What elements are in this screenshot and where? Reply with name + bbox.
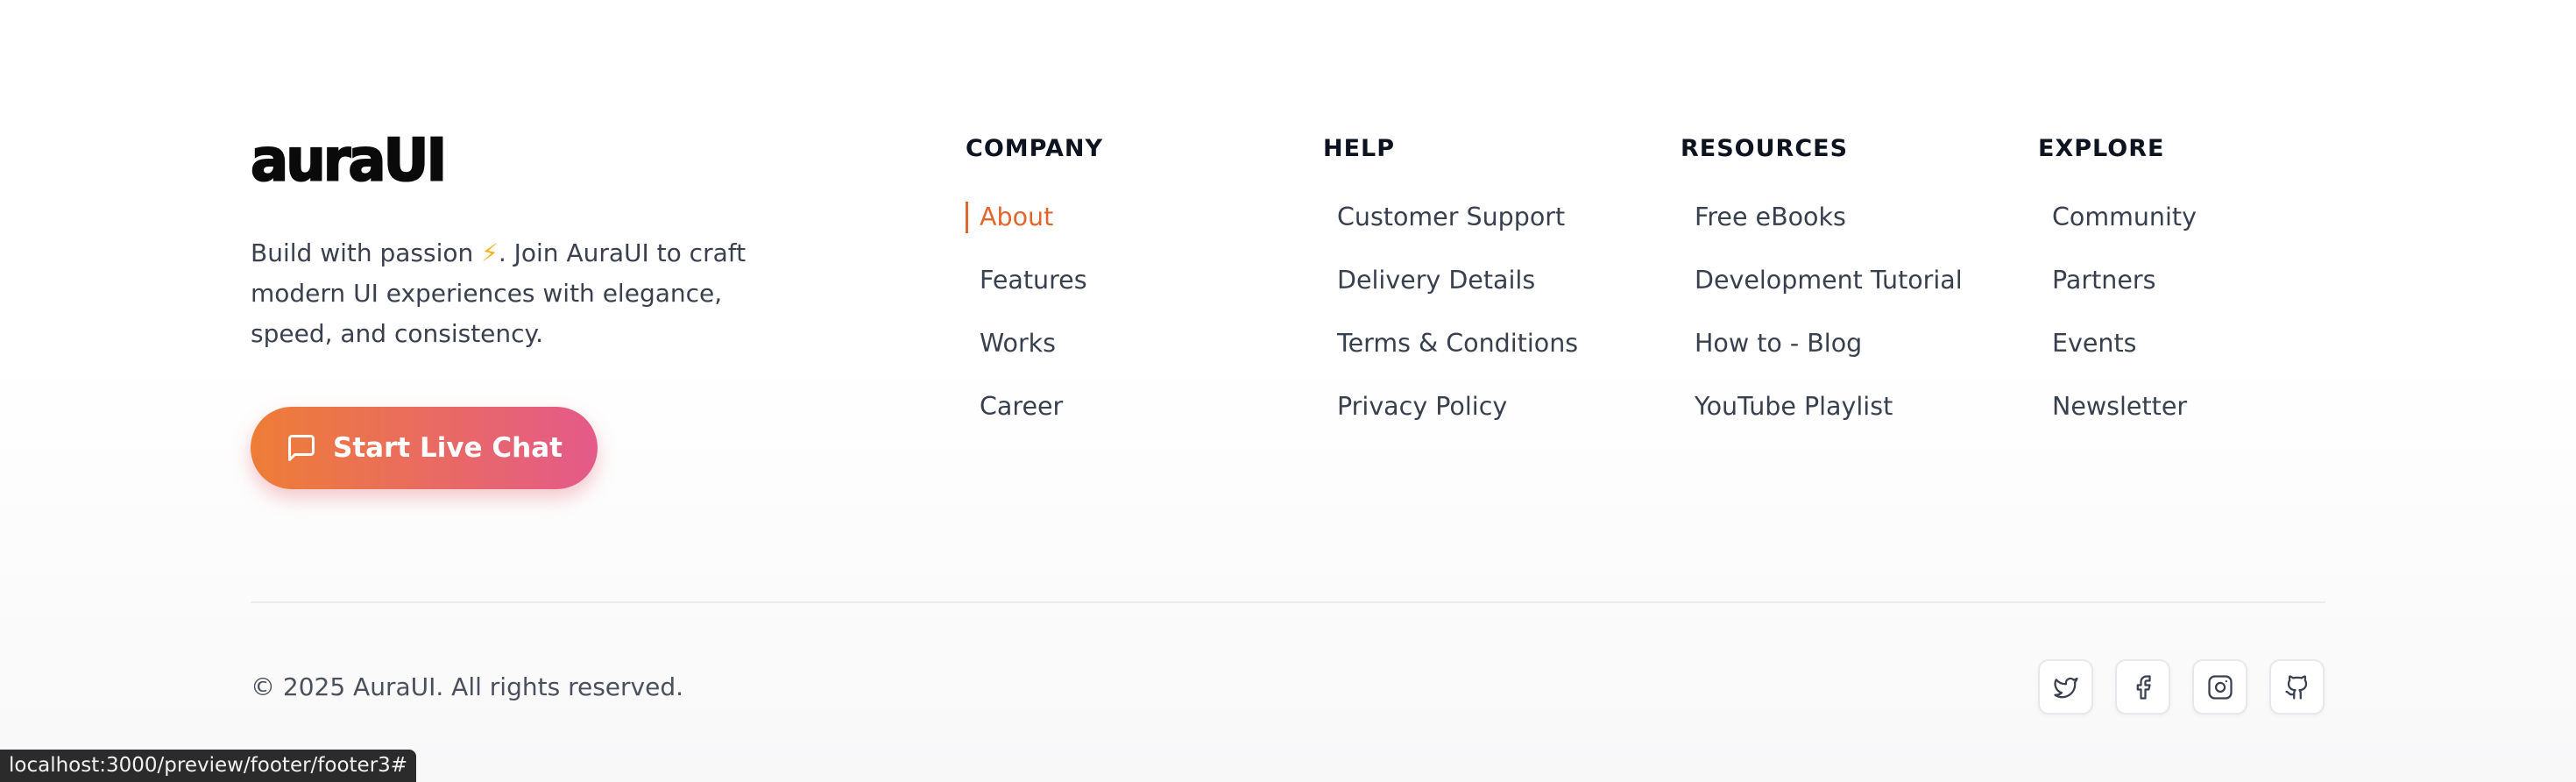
footer-link-career[interactable]: Career: [966, 391, 1103, 423]
twitter-icon: [2053, 677, 2078, 698]
column-heading-help: HELP: [1323, 135, 1396, 162]
footer-link-free-ebooks[interactable]: Free eBooks: [1681, 202, 1963, 233]
brand-logo[interactable]: auraUI: [250, 131, 448, 191]
brand-column: auraUI Build with passion ⚡. Join AuraUI…: [250, 131, 811, 489]
footer-link-youtube-playlist[interactable]: YouTube Playlist: [1681, 391, 1963, 423]
github-icon: [2284, 674, 2307, 700]
copyright-text: © 2025 AuraUI. All rights reserved.: [251, 672, 683, 701]
column-heading-resources: RESOURCES: [1681, 135, 1849, 162]
footer-divider: [251, 601, 2325, 603]
footer-column-company: COMPANY About Features Works Career: [966, 133, 1103, 454]
brand-tagline: Build with passion ⚡. Join AuraUI to cra…: [251, 233, 811, 354]
instagram-link[interactable]: [2192, 659, 2247, 714]
footer-link-privacy-policy[interactable]: Privacy Policy: [1323, 391, 1578, 423]
message-square-icon: [288, 435, 315, 461]
footer-link-newsletter[interactable]: Newsletter: [2038, 391, 2197, 423]
footer-link-features[interactable]: Features: [966, 265, 1103, 296]
company-links: About Features Works Career: [966, 202, 1103, 423]
status-bar-url: localhost:3000/preview/footer/footer3#: [0, 750, 417, 782]
footer-link-terms-conditions[interactable]: Terms & Conditions: [1323, 328, 1578, 359]
start-live-chat-button[interactable]: Start Live Chat: [251, 407, 598, 489]
footer-link-customer-support[interactable]: Customer Support: [1323, 202, 1578, 233]
footer-link-how-to-blog[interactable]: How to - Blog: [1681, 328, 1963, 359]
start-live-chat-label: Start Live Chat: [333, 432, 563, 464]
twitter-link[interactable]: [2038, 659, 2093, 714]
footer-link-development-tutorial[interactable]: Development Tutorial: [1681, 265, 1963, 296]
resources-links: Free eBooks Development Tutorial How to …: [1681, 202, 1963, 423]
lightning-icon: ⚡: [481, 238, 499, 267]
footer-column-help: HELP Customer Support Delivery Details T…: [1323, 133, 1578, 454]
facebook-link[interactable]: [2115, 659, 2170, 714]
footer-link-delivery-details[interactable]: Delivery Details: [1323, 265, 1578, 296]
column-heading-explore: EXPLORE: [2038, 135, 2165, 162]
facebook-icon: [2136, 674, 2151, 700]
instagram-icon: [2207, 674, 2233, 700]
footer-link-works[interactable]: Works: [966, 328, 1103, 359]
footer-column-explore: EXPLORE Community Partners Events Newsle…: [2038, 133, 2197, 454]
site-footer: auraUI Build with passion ⚡. Join AuraUI…: [0, 0, 2576, 782]
footer-column-resources: RESOURCES Free eBooks Development Tutori…: [1681, 133, 1963, 454]
tagline-text-start: Build with passion: [251, 238, 482, 267]
explore-links: Community Partners Events Newsletter: [2038, 202, 2197, 423]
help-links: Customer Support Delivery Details Terms …: [1323, 202, 1578, 423]
social-links: [2038, 659, 2325, 714]
column-heading-company: COMPANY: [966, 135, 1103, 162]
github-link[interactable]: [2269, 659, 2325, 714]
footer-link-partners[interactable]: Partners: [2038, 265, 2197, 296]
footer-link-events[interactable]: Events: [2038, 328, 2197, 359]
footer-link-community[interactable]: Community: [2038, 202, 2197, 233]
footer-link-about[interactable]: About: [966, 202, 1103, 233]
